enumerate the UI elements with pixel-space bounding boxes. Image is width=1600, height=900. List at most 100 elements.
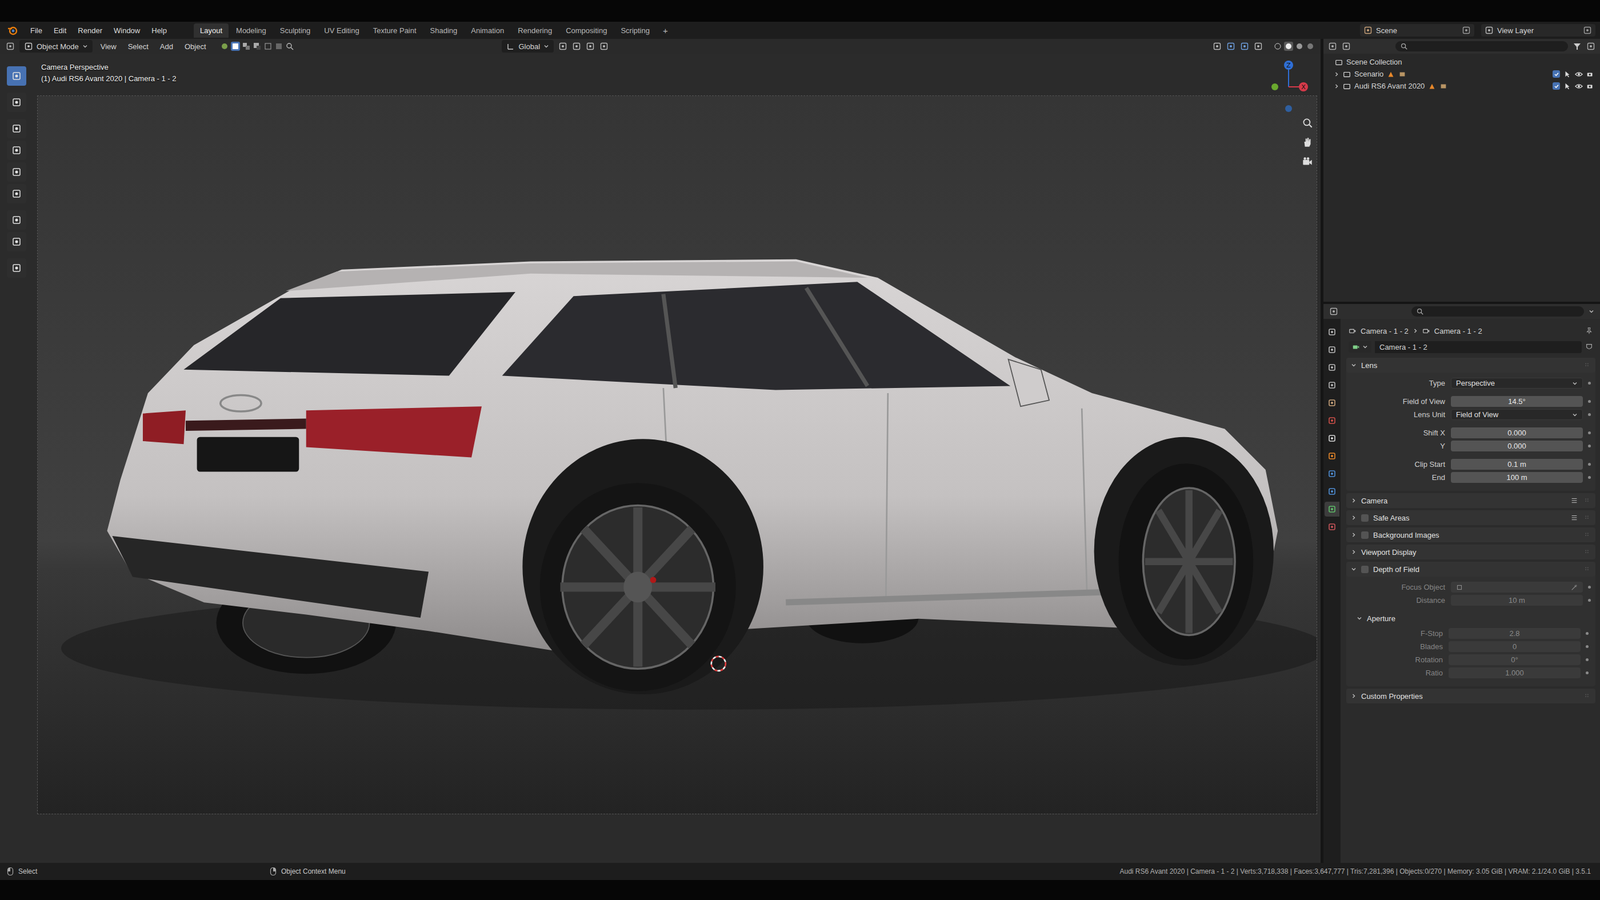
- tool-button[interactable]: [6, 162, 27, 182]
- select-arrow-icon[interactable]: [1563, 82, 1572, 91]
- drag-grip-icon[interactable]: [1582, 361, 1591, 370]
- visibility-icon[interactable]: [1212, 41, 1222, 51]
- workspace-tab[interactable]: Rendering: [511, 23, 559, 38]
- viewport-menu[interactable]: View: [97, 40, 120, 53]
- 3d-viewport[interactable]: Camera Perspective (1) Audi RS6 Avant 20…: [0, 53, 1321, 863]
- animate-dot-icon[interactable]: [1588, 476, 1591, 479]
- new-scene-icon[interactable]: [1461, 25, 1471, 35]
- number-field[interactable]: 0.000: [1450, 427, 1583, 439]
- workspace-tab[interactable]: Compositing: [559, 23, 614, 38]
- eye-icon[interactable]: [1574, 70, 1583, 79]
- select-invert-icon[interactable]: [263, 41, 273, 51]
- number-field[interactable]: 0: [1448, 641, 1581, 652]
- mode-dropdown[interactable]: Object Mode: [19, 40, 93, 53]
- workspace-tab[interactable]: Modeling: [229, 23, 273, 38]
- properties-tab[interactable]: [1324, 501, 1340, 517]
- expand-arrow-icon[interactable]: [1333, 83, 1340, 90]
- overlay-toggle-icon[interactable]: [1240, 41, 1250, 51]
- menu-item[interactable]: Window: [108, 24, 146, 38]
- menu-item[interactable]: Render: [72, 24, 108, 38]
- tool-button[interactable]: [6, 92, 27, 112]
- properties-search[interactable]: [1411, 306, 1584, 317]
- panel-checkbox[interactable]: [1361, 565, 1369, 574]
- solid-shading-icon[interactable]: [1284, 41, 1294, 51]
- new-view-layer-icon[interactable]: [1582, 25, 1592, 35]
- select-subtract-icon[interactable]: [252, 41, 262, 51]
- gizmo-toggle-icon[interactable]: [1226, 41, 1236, 51]
- browse-chevron-icon[interactable]: [1362, 344, 1368, 350]
- panel-arrow-icon[interactable]: [1350, 514, 1357, 521]
- panel-header[interactable]: Lens: [1346, 357, 1596, 373]
- dropdown-chevron-icon[interactable]: [1572, 380, 1578, 387]
- properties-tab[interactable]: [1324, 342, 1340, 358]
- mode-chevron-icon[interactable]: [82, 43, 88, 50]
- number-field[interactable]: 10 m: [1450, 594, 1583, 606]
- animate-dot-icon[interactable]: [1588, 381, 1591, 385]
- workspace-tab[interactable]: Sculpting: [273, 23, 317, 38]
- snap-target-icon[interactable]: [585, 41, 595, 51]
- properties-tab[interactable]: [1324, 324, 1340, 340]
- number-field[interactable]: 2.8: [1448, 628, 1581, 639]
- view-layer-icon[interactable]: [1484, 25, 1494, 35]
- exclude-checkbox[interactable]: [1552, 70, 1560, 78]
- animate-dot-icon[interactable]: [1588, 585, 1591, 589]
- material-icon[interactable]: [220, 41, 230, 51]
- tool-button[interactable]: [6, 210, 27, 230]
- properties-tab[interactable]: [1324, 466, 1340, 482]
- panel-arrow-icon[interactable]: [1350, 693, 1357, 699]
- menu-item[interactable]: File: [25, 24, 48, 38]
- new-collection-icon[interactable]: [1586, 41, 1596, 51]
- panel-header[interactable]: Camera: [1346, 493, 1596, 508]
- workspace-tab[interactable]: Shading: [424, 23, 464, 38]
- properties-tab[interactable]: [1324, 430, 1340, 446]
- drag-grip-icon[interactable]: [1582, 513, 1591, 522]
- render-camera-icon[interactable]: [1586, 82, 1595, 91]
- drag-grip-icon[interactable]: [1582, 692, 1591, 700]
- drag-grip-icon[interactable]: [1582, 548, 1591, 556]
- drag-grip-icon[interactable]: [1582, 565, 1591, 574]
- drag-grip-icon[interactable]: [1582, 496, 1591, 505]
- search-icon[interactable]: [285, 41, 295, 51]
- number-field[interactable]: 100 m: [1450, 472, 1583, 483]
- tool-button[interactable]: [6, 184, 27, 204]
- outliner-row[interactable]: Scenario: [1323, 68, 1600, 80]
- outliner-row[interactable]: Scene Collection: [1323, 56, 1600, 68]
- dropdown-field[interactable]: Perspective: [1450, 377, 1583, 389]
- panel-header[interactable]: Viewport Display: [1346, 544, 1596, 560]
- menu-item[interactable]: Help: [146, 24, 172, 38]
- workspace-tab[interactable]: Texture Paint: [366, 23, 423, 38]
- eye-icon[interactable]: [1574, 82, 1583, 91]
- animate-dot-icon[interactable]: [1585, 645, 1589, 648]
- datablock-name-field[interactable]: Camera - 1 - 2: [1374, 341, 1582, 354]
- tool-button[interactable]: [6, 118, 27, 139]
- properties-tab[interactable]: [1324, 395, 1340, 411]
- viewport-menu[interactable]: Select: [124, 40, 152, 53]
- pan-hand-icon[interactable]: [1301, 136, 1314, 149]
- number-field[interactable]: 14.5°: [1450, 396, 1583, 407]
- object-mode-icon[interactable]: [24, 41, 34, 51]
- panel-checkbox[interactable]: [1361, 514, 1369, 522]
- view-layer-selector[interactable]: View Layer: [1481, 24, 1596, 37]
- orientation-chevron-icon[interactable]: [543, 43, 550, 50]
- animate-dot-icon[interactable]: [1585, 658, 1589, 662]
- animate-dot-icon[interactable]: [1588, 431, 1591, 435]
- scene-icon[interactable]: [1363, 25, 1373, 35]
- animate-dot-icon[interactable]: [1585, 632, 1589, 635]
- blender-logo-icon[interactable]: [6, 24, 19, 36]
- pivot-icon[interactable]: [558, 41, 568, 51]
- expand-arrow-icon[interactable]: [1333, 71, 1340, 78]
- properties-editor-icon[interactable]: [1329, 306, 1339, 316]
- outliner-editor-icon[interactable]: [1328, 41, 1338, 51]
- panel-arrow-icon[interactable]: [1350, 497, 1357, 504]
- viewport-menu[interactable]: Add: [156, 40, 177, 53]
- filter-icon[interactable]: [1572, 41, 1582, 51]
- panel-header[interactable]: Safe Areas: [1346, 510, 1596, 526]
- presets-list-icon[interactable]: [1570, 513, 1579, 522]
- workspace-tab[interactable]: Layout: [193, 23, 229, 38]
- rendered-shading-icon[interactable]: [1305, 41, 1315, 51]
- render-camera-icon[interactable]: [1586, 70, 1595, 79]
- subpanel-arrow-icon[interactable]: [1356, 615, 1363, 622]
- properties-tab[interactable]: [1324, 484, 1340, 499]
- animate-dot-icon[interactable]: [1588, 400, 1591, 403]
- tool-button[interactable]: [6, 66, 27, 86]
